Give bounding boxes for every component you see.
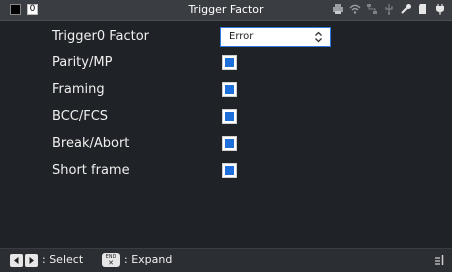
bcc-fcs-label: BCC/FCS	[52, 109, 109, 124]
list-item: Break/Abort	[0, 132, 452, 156]
factor-label: Trigger0 Factor	[52, 29, 150, 44]
printer-icon	[333, 4, 343, 14]
right-arrow-key-icon	[25, 253, 38, 267]
parity-label: Parity/MP	[52, 55, 113, 70]
sd-card-icon	[419, 4, 426, 14]
expand-hint-text: : Expand	[124, 253, 173, 266]
list-item: Parity/MP	[0, 51, 452, 75]
bcc-fcs-checkbox[interactable]	[222, 109, 237, 124]
parity-checkbox[interactable]	[222, 55, 237, 70]
list-item: Framing	[0, 78, 452, 102]
factor-value: Error	[229, 31, 254, 42]
status-icons	[332, 3, 446, 15]
framing-label: Framing	[52, 82, 105, 97]
expand-hint: END ✕ : Expand	[102, 253, 172, 267]
break-abort-label: Break/Abort	[52, 136, 130, 151]
break-abort-checkbox[interactable]	[222, 136, 237, 151]
factor-select[interactable]: Error	[220, 27, 331, 47]
checkbox-fill	[225, 112, 234, 121]
list-item: Short frame	[0, 159, 452, 183]
short-frame-label: Short frame	[52, 163, 130, 178]
tool-icon	[401, 4, 411, 14]
end-key-icon: END ✕	[102, 253, 120, 267]
short-frame-checkbox[interactable]	[222, 163, 237, 178]
usb-icon	[385, 4, 393, 15]
select-hint-text: : Select	[42, 253, 84, 266]
list-item: BCC/FCS	[0, 105, 452, 129]
select-hint: : Select	[10, 253, 83, 267]
wifi-icon	[349, 4, 361, 14]
framing-checkbox[interactable]	[222, 82, 237, 97]
power-plug-icon	[436, 4, 444, 15]
chevron-up-down-icon	[315, 31, 322, 43]
menu-exit-icon	[435, 255, 444, 265]
network-icon	[367, 4, 377, 14]
checkbox-fill	[225, 139, 234, 148]
end-key-bottom: ✕	[108, 259, 114, 267]
status-bar: 0 Trigger Factor	[0, 0, 452, 21]
factor-row: Trigger0 Factor Error	[0, 25, 452, 49]
left-arrow-key-icon	[10, 253, 23, 267]
bottom-bar: : Select END ✕ : Expand	[0, 248, 452, 272]
screen: 0 Trigger Factor Trigger0 Factor Error P…	[0, 0, 452, 272]
checkbox-fill	[225, 85, 234, 94]
checkbox-fill	[225, 58, 234, 67]
checkbox-fill	[225, 166, 234, 175]
